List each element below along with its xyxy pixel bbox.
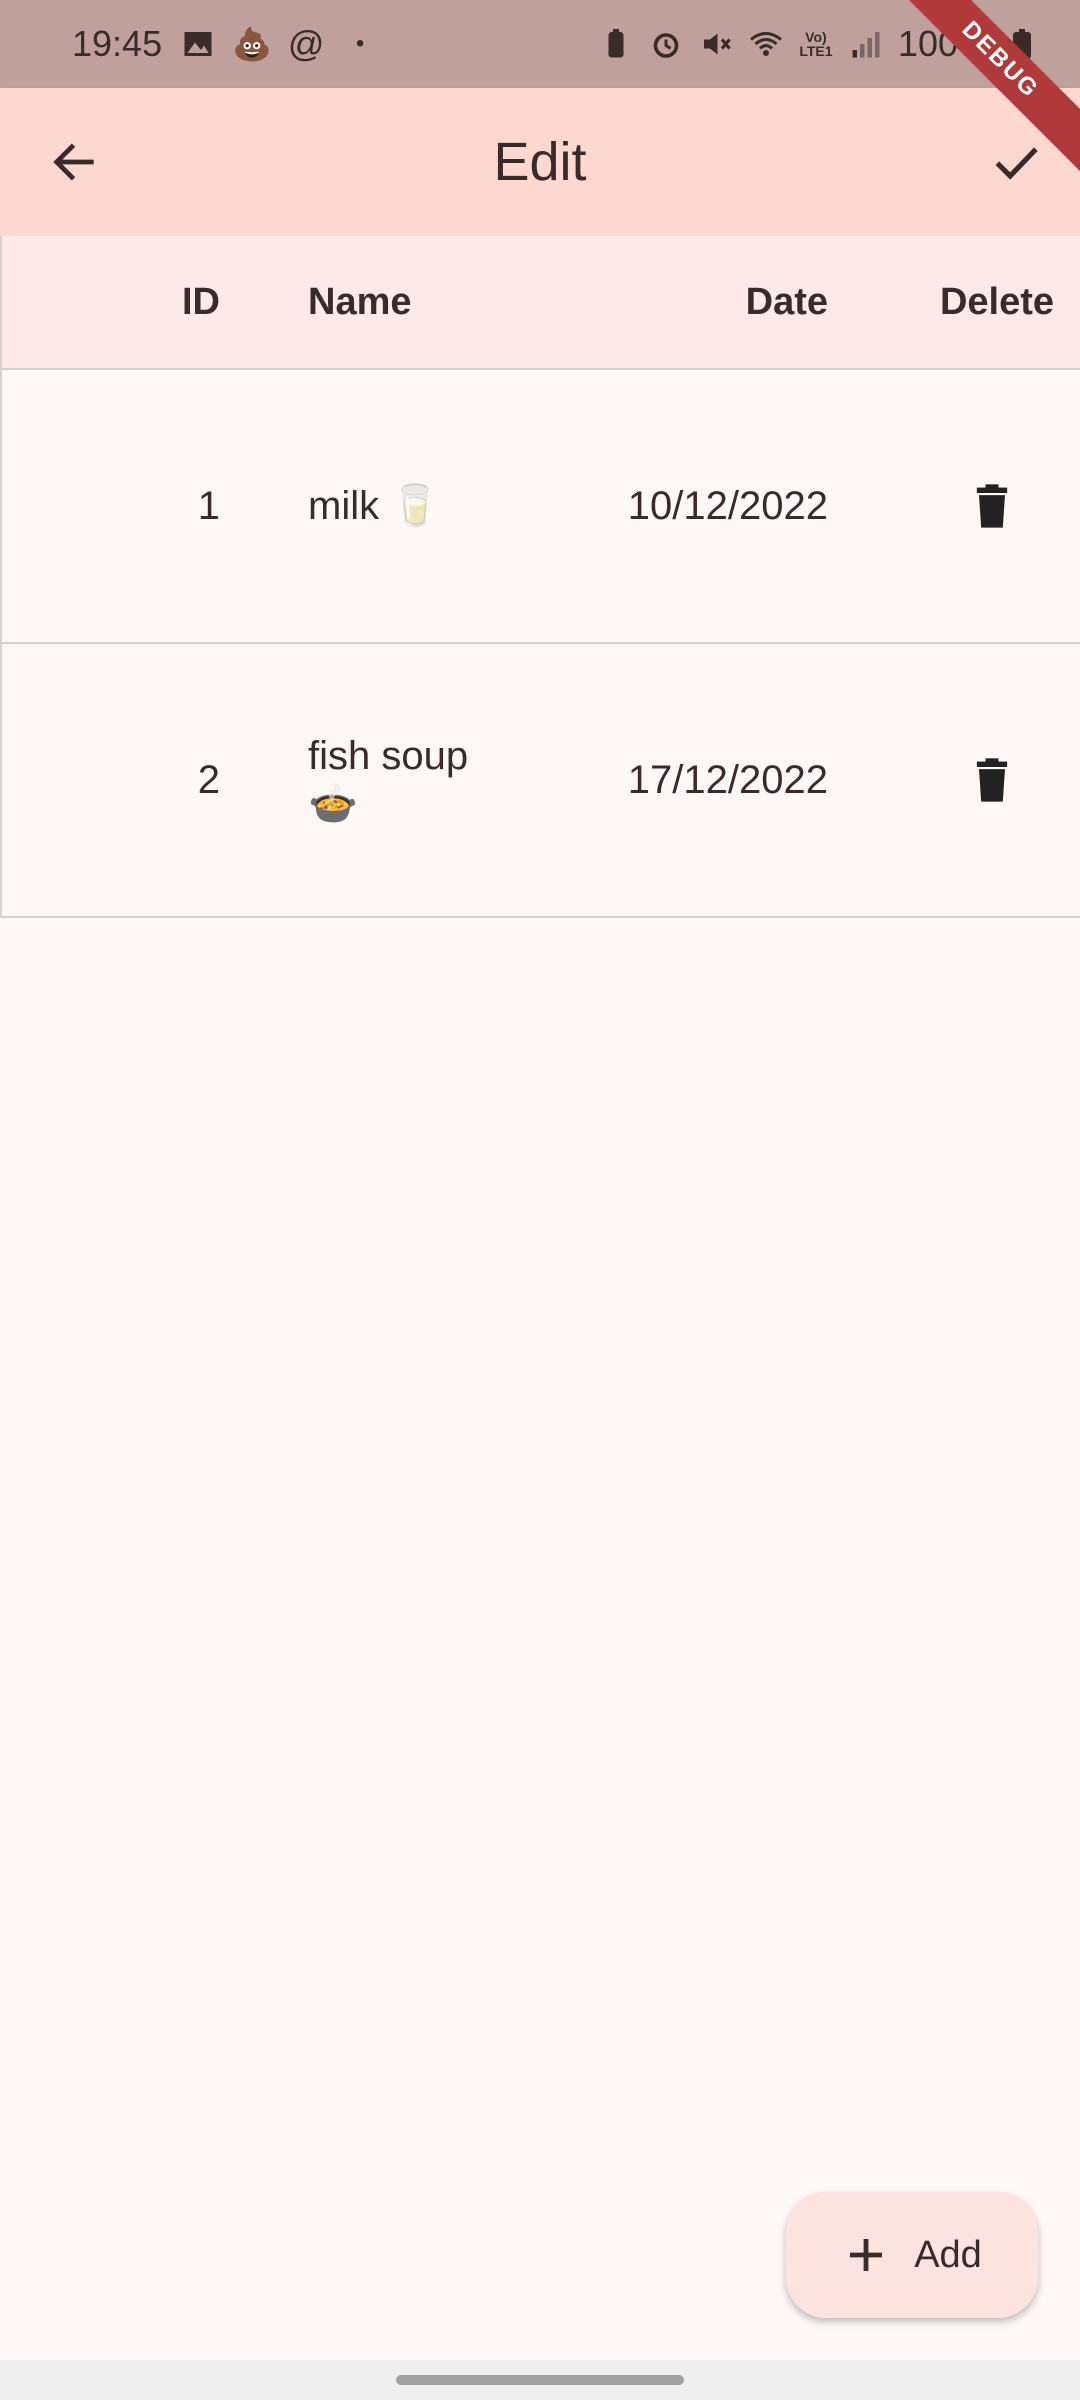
status-left: 19:45 💩 @ •	[72, 0, 378, 88]
dot-icon: •	[355, 30, 365, 57]
poop-emoji-icon: 💩	[232, 26, 273, 62]
row-name: fish soup 🍲	[308, 734, 469, 826]
volte-icon: Vo) LTE1	[799, 29, 833, 59]
trash-icon	[976, 484, 1008, 528]
check-icon	[995, 147, 1038, 180]
image-icon	[180, 26, 216, 62]
row-id: 1	[197, 483, 220, 528]
status-bar: 19:45 💩 @ • Vo) LTE1 100%	[0, 0, 1080, 88]
table-header-row: ID Name Date Delete	[2, 236, 1080, 370]
confirm-button[interactable]	[982, 128, 1050, 196]
table-row[interactable]: 1 milk 🥛 10/12/2022	[2, 370, 1080, 644]
column-header-date[interactable]: Date	[562, 236, 828, 368]
app-bar: Edit	[0, 88, 1080, 236]
signal-icon	[848, 26, 884, 62]
column-header-delete[interactable]: Delete	[912, 236, 1080, 368]
gesture-nav-bar	[0, 2360, 1080, 2400]
row-date: 10/12/2022	[627, 483, 828, 528]
items-table: ID Name Date Delete 1 milk 🥛 10/12/2022 …	[0, 236, 1080, 918]
home-handle[interactable]	[396, 2375, 684, 2385]
row-date: 17/12/2022	[627, 757, 828, 802]
row-name: milk 🥛	[308, 484, 441, 528]
column-header-name[interactable]: Name	[308, 236, 568, 368]
delete-button[interactable]	[962, 750, 1022, 810]
add-button-label: Add	[914, 2233, 982, 2276]
at-icon: @	[287, 23, 325, 64]
alarm-icon	[648, 26, 684, 62]
row-delete-cell	[902, 370, 1080, 642]
battery-saver-icon	[598, 26, 634, 62]
plus-icon	[850, 2239, 883, 2271]
page-title: Edit	[493, 132, 587, 192]
add-button[interactable]: Add	[786, 2192, 1038, 2318]
mute-icon	[698, 26, 734, 62]
status-time: 19:45	[72, 23, 163, 64]
wifi-icon	[748, 26, 784, 62]
table-row[interactable]: 2 fish soup 🍲 17/12/2022	[2, 644, 1080, 918]
trash-icon	[976, 758, 1008, 802]
column-header-id[interactable]: ID	[2, 236, 220, 368]
row-delete-cell	[902, 644, 1080, 916]
row-id: 2	[197, 757, 220, 802]
delete-button[interactable]	[962, 476, 1022, 536]
